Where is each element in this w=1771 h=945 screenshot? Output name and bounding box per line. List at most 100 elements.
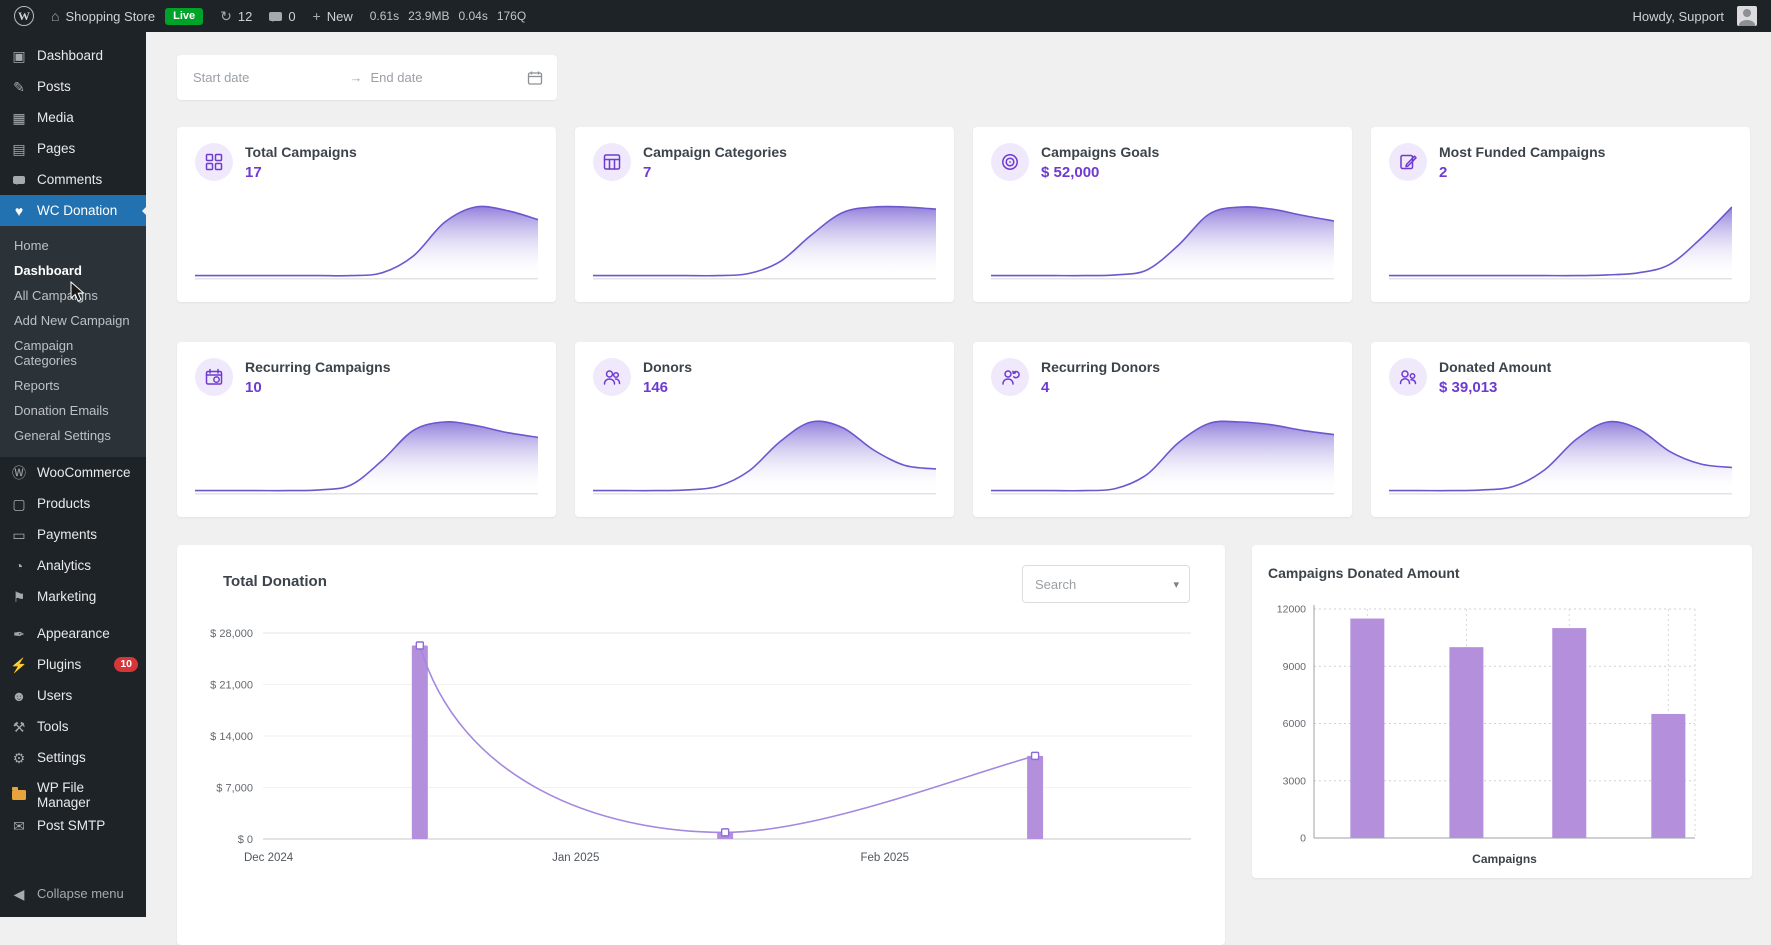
qm-page-time: 0.61s	[369, 9, 400, 23]
sidebar-item-woocommerce[interactable]: Ⓦ WooCommerce	[0, 457, 146, 488]
stat-card-campaigns-goals: Campaigns Goals $ 52,000	[973, 127, 1352, 302]
sidebar-item-users[interactable]: ☻ Users	[0, 680, 146, 711]
users-icon: ☻	[11, 687, 27, 704]
svg-text:6000: 6000	[1283, 718, 1307, 730]
campaign-search-input[interactable]	[1033, 575, 1174, 593]
range-arrow-icon: →	[349, 70, 363, 85]
live-badge: Live	[165, 7, 204, 25]
sidebar-item-label: Users	[37, 688, 73, 703]
svg-text:Jan 2025: Jan 2025	[552, 852, 599, 864]
avatar	[1737, 6, 1757, 26]
end-date-input[interactable]	[368, 69, 521, 86]
sidebar-item-label: Products	[37, 496, 91, 511]
sidebar-item-post-smtp[interactable]: ✉ Post SMTP	[0, 810, 146, 841]
sidebar-item-media[interactable]: ▦ Media	[0, 102, 146, 133]
svg-text:$ 14,000: $ 14,000	[210, 731, 253, 743]
payments-icon: ▭	[12, 526, 26, 543]
total-donation-chart: $ 0 $ 7,000 $ 14,000 $ 21,000 $ 28,000 Dec 20…	[177, 603, 1225, 938]
comments-indicator[interactable]: 0	[269, 8, 296, 24]
submenu-item-donation-emails[interactable]: Donation Emails	[0, 398, 146, 423]
sidebar-item-marketing[interactable]: ⚑ Marketing	[0, 581, 146, 612]
home-icon: ⌂	[51, 8, 60, 24]
stat-card-title: Campaigns Goals	[1041, 144, 1160, 160]
wordpress-menu-button[interactable]: W	[14, 6, 34, 26]
sidebar-item-products[interactable]: ▢ Products	[0, 488, 146, 519]
submenu-item-add-new-campaign[interactable]: Add New Campaign	[0, 308, 146, 333]
media-icon: ▦	[12, 109, 26, 126]
submenu-item-general-settings[interactable]: General Settings	[0, 423, 146, 448]
site-name: Shopping Store	[65, 8, 156, 24]
sidebar-item-plugins[interactable]: ⚡ Plugins 10	[0, 649, 146, 680]
total-donation-panel: Total Donation ▾ $ 0 $ 7,000 $ 14,000 $ 21,…	[177, 545, 1225, 945]
campaign-search-select[interactable]: ▾	[1022, 565, 1190, 603]
sidebar-item-wc-donation[interactable]: ♥ WC Donation	[0, 195, 146, 226]
sidebar-item-appearance[interactable]: ✒ Appearance	[0, 618, 146, 649]
stat-card-title: Campaign Categories	[643, 144, 787, 160]
sidebar-item-wp-file-manager[interactable]: WP File Manager	[0, 779, 146, 810]
sidebar-item-settings[interactable]: ⚙ Settings	[0, 742, 146, 773]
stat-card-title: Donors	[643, 359, 692, 375]
updates-indicator[interactable]: ↻ 12	[220, 9, 252, 24]
calendar-icon[interactable]	[527, 70, 543, 86]
howdy-text: Howdy, Support	[1632, 8, 1724, 24]
stat-card-sparkline	[194, 198, 539, 280]
wc-donation-submenu: Home Dashboard All Campaigns Add New Campai…	[0, 226, 146, 457]
total-donation-title: Total Donation	[223, 573, 327, 590]
admin-menu: ▣ Dashboard ✎ Posts ▦ Media ▤ Pages Comm…	[0, 32, 146, 841]
sidebar-item-dashboard[interactable]: ▣ Dashboard	[0, 40, 146, 71]
svg-text:$ 28,000: $ 28,000	[210, 628, 253, 640]
plus-icon: +	[312, 8, 321, 24]
grid-icon	[195, 143, 233, 181]
svg-text:$ 21,000: $ 21,000	[210, 680, 253, 692]
collapse-menu-button[interactable]: ◀ Collapse menu	[0, 880, 146, 907]
tools-icon: ⚒	[12, 718, 26, 735]
posts-icon: ✎	[13, 78, 25, 95]
sidebar-item-label: Post SMTP	[37, 818, 106, 833]
stat-card-value: $ 39,013	[1439, 379, 1498, 396]
qm-memory: 23.9MB	[408, 9, 450, 23]
admin-bar: W ⌂ Shopping Store Live ↻ 12 0 + New 0.6…	[0, 0, 1771, 32]
account-menu[interactable]: Howdy, Support	[1632, 6, 1757, 26]
query-monitor-stats[interactable]: 0.61s 23.9MB 0.04s 176Q	[370, 9, 526, 23]
start-date-input[interactable]	[191, 69, 344, 86]
submenu-item-dashboard[interactable]: Dashboard	[0, 258, 146, 283]
submenu-item-campaign-categories[interactable]: Campaign Categories	[0, 333, 146, 373]
sidebar-item-label: WooCommerce	[37, 465, 131, 480]
submenu-item-home[interactable]: Home	[0, 233, 146, 258]
sidebar-item-label: WP File Manager	[37, 779, 91, 810]
new-content-button[interactable]: + New	[313, 9, 353, 24]
sidebar-item-posts[interactable]: ✎ Posts	[0, 71, 146, 102]
caret-down-icon: ▾	[1173, 578, 1179, 591]
sidebar-item-label: Media	[37, 110, 74, 125]
sidebar-item-pages[interactable]: ▤ Pages	[0, 133, 146, 164]
marketing-icon: ⚑	[12, 588, 26, 605]
sidebar-item-label: Settings	[37, 750, 86, 765]
wordpress-logo-icon: W	[14, 6, 34, 26]
sidebar-item-analytics[interactable]: ◔ Analytics	[0, 550, 146, 581]
collapse-label: Collapse menu	[37, 886, 124, 901]
sidebar-item-tools[interactable]: ⚒ Tools	[0, 711, 146, 742]
people-icon	[593, 358, 631, 396]
comments-icon	[10, 175, 28, 185]
stat-card-sparkline	[194, 413, 539, 495]
svg-text:Campaigns: Campaigns	[1472, 852, 1537, 866]
collapse-icon: ◀	[13, 885, 25, 902]
svg-text:$ 7,000: $ 7,000	[216, 783, 253, 795]
sidebar-item-label: Dashboard	[37, 48, 104, 63]
site-name-link[interactable]: ⌂ Shopping Store	[51, 9, 155, 24]
updates-icon: ↻	[220, 8, 232, 24]
sidebar-item-payments[interactable]: ▭ Payments	[0, 519, 146, 550]
stat-card-recurring-donors: Recurring Donors 4	[973, 342, 1352, 517]
people-money-icon	[1389, 358, 1427, 396]
person-refresh-icon	[991, 358, 1029, 396]
sidebar-item-comments[interactable]: Comments	[0, 164, 146, 195]
submenu-item-reports[interactable]: Reports	[0, 373, 146, 398]
svg-text:9000: 9000	[1283, 661, 1307, 673]
campaigns-donated-chart: 0 3000 6000 9000 12000 Campaigns	[1252, 545, 1752, 878]
svg-text:$ 0: $ 0	[238, 834, 253, 846]
new-label: New	[326, 8, 353, 24]
stat-card-recurring-campaigns: Recurring Campaigns 10	[177, 342, 556, 517]
comments-count: 0	[288, 8, 296, 24]
stat-card-value: 2	[1439, 164, 1448, 181]
sidebar-item-label: WC Donation	[37, 203, 118, 218]
